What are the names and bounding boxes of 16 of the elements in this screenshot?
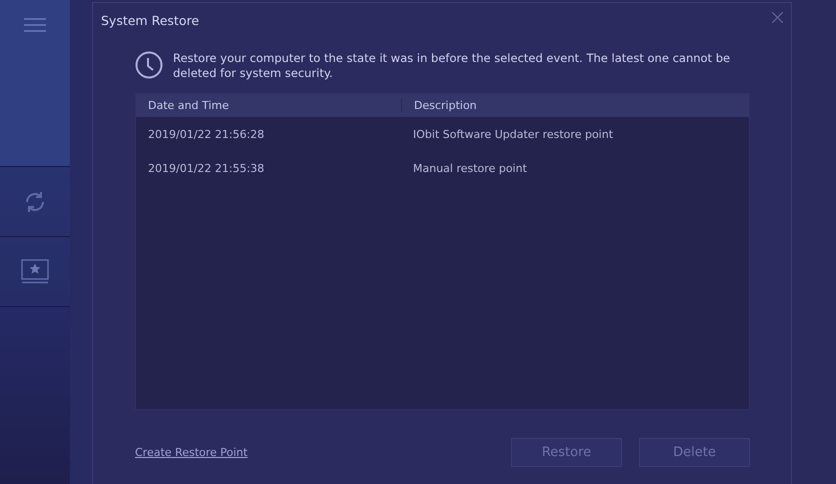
table-cell-text: Manual restore point xyxy=(412,162,528,174)
table-row[interactable]: 2019/01/22 21:56:28 IObit Software Updater restore point xyxy=(136,117,749,151)
monitor-star-icon[interactable] xyxy=(21,259,49,284)
create-restore-point-link[interactable]: Create Restore Point xyxy=(135,446,511,459)
refresh-icon[interactable] xyxy=(23,190,47,214)
close-icon[interactable] xyxy=(772,12,783,22)
table-row[interactable]: 2019/01/22 21:55:38 Manual restore point xyxy=(136,151,749,185)
clock-icon xyxy=(135,51,163,79)
table-cell-text: 2019/01/22 21:55:38 xyxy=(147,162,266,174)
menu-icon[interactable] xyxy=(24,18,46,32)
dialog-title: System Restore xyxy=(101,12,200,28)
info-message: Restore your computer to the state it was in before the selected event. The latest one cannot be deleted for system security. xyxy=(173,51,732,81)
table-cell-text: IObit Software Updater restore point xyxy=(412,128,614,140)
column-header[interactable]: Description xyxy=(401,99,749,112)
table-cell-text: 2019/01/22 21:56:28 xyxy=(147,128,266,140)
column-header[interactable]: Date and Time xyxy=(136,99,401,112)
